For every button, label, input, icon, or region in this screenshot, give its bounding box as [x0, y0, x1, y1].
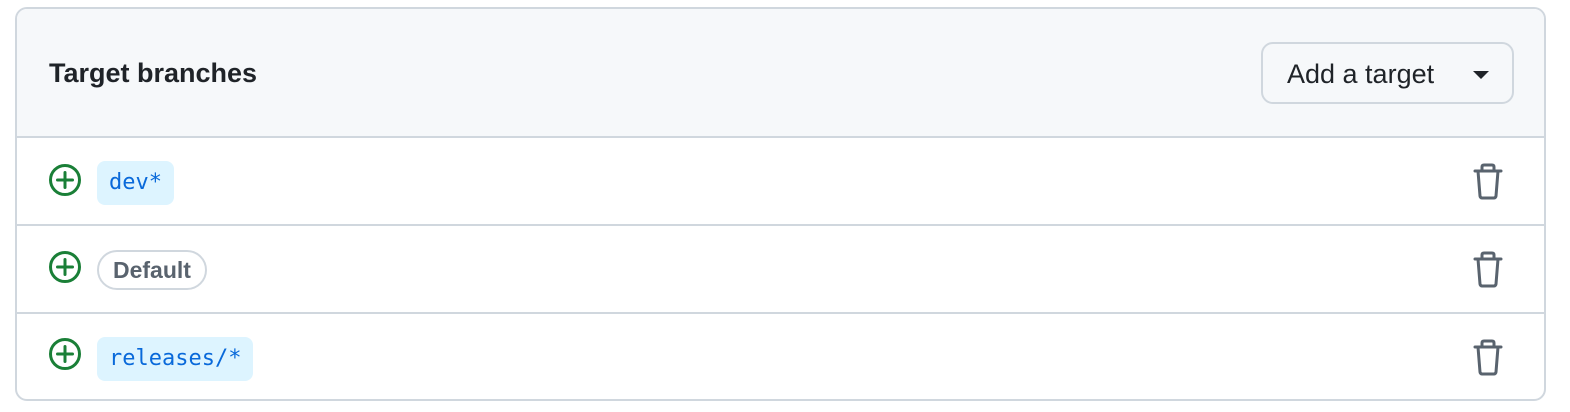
trash-icon [1473, 251, 1503, 288]
panel-title: Target branches [49, 58, 258, 88]
branch-pattern-chip: dev* [97, 161, 174, 205]
plus-circle-icon [49, 251, 81, 283]
delete-target-button[interactable] [1470, 250, 1506, 290]
trash-icon [1473, 163, 1503, 200]
panel-header: Target branches Add a target [17, 9, 1544, 138]
triangle-down-icon [1473, 71, 1489, 79]
delete-target-button[interactable] [1470, 162, 1506, 202]
target-row-releases: releases/* [17, 314, 1544, 399]
default-branch-chip: Default [97, 250, 207, 290]
branch-pattern-chip: releases/* [97, 337, 254, 381]
add-target-button[interactable]: Add a target [1261, 42, 1514, 104]
delete-target-button[interactable] [1470, 338, 1506, 378]
target-row-default: Default [17, 226, 1544, 314]
plus-circle-icon [49, 164, 81, 196]
plus-circle-icon [49, 338, 81, 370]
target-row-dev: dev* [17, 138, 1544, 226]
target-branches-panel: Target branches Add a target dev* Defaul… [15, 7, 1546, 401]
add-target-label: Add a target [1287, 59, 1435, 89]
trash-icon [1473, 339, 1503, 376]
